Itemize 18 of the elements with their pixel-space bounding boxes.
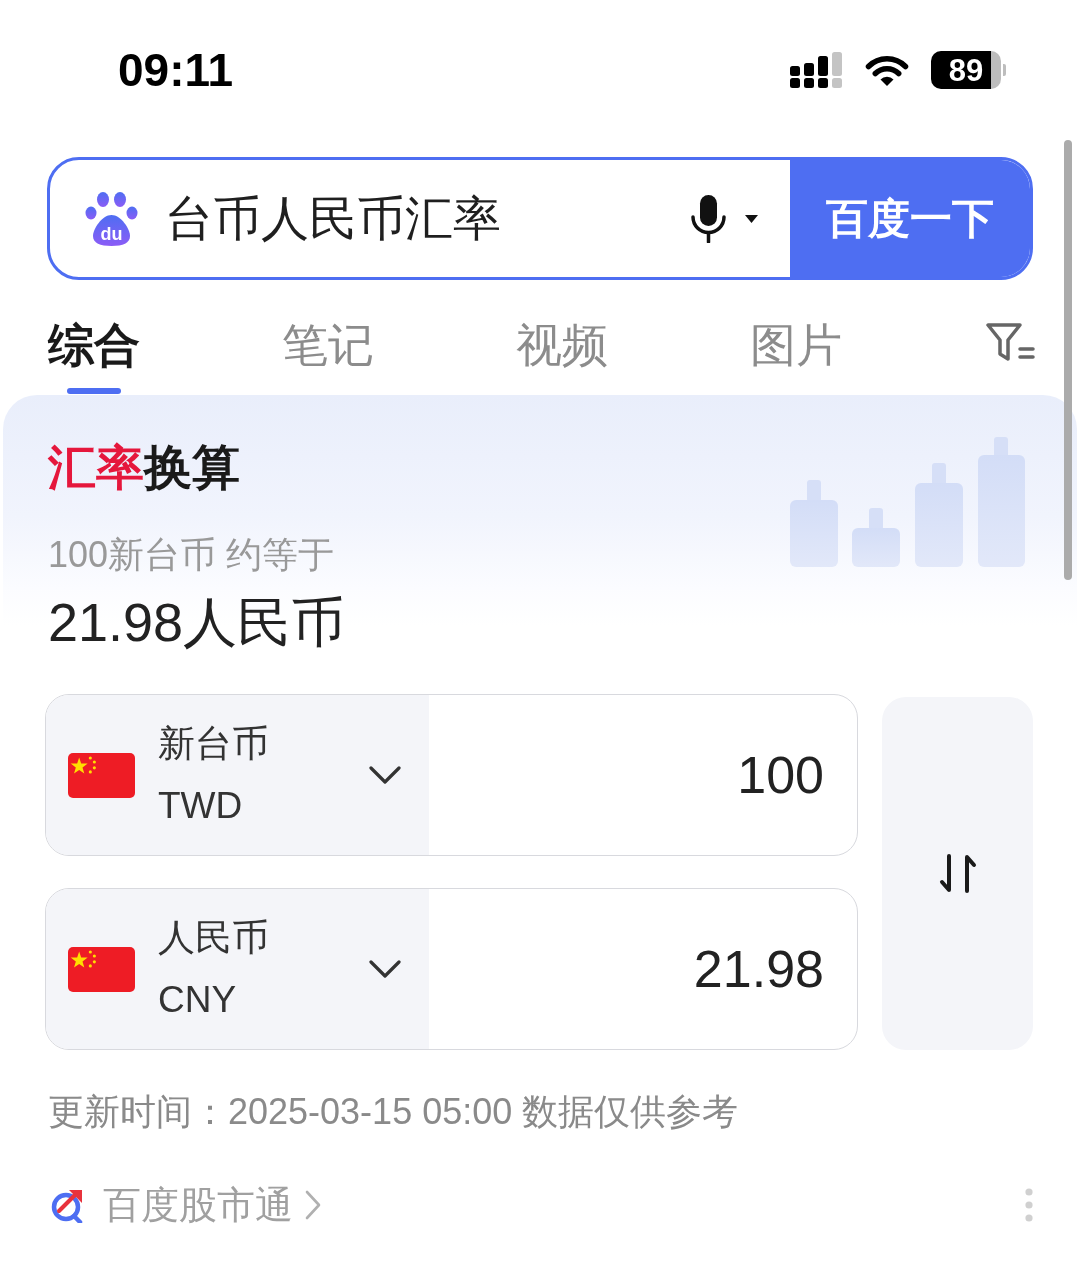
search-button[interactable]: 百度一下 [790, 160, 1030, 277]
tab[interactable]: 综合 [48, 300, 140, 394]
microphone-icon[interactable] [690, 194, 727, 243]
conversion-result: 21.98人民币 [48, 591, 346, 654]
filter-icon[interactable] [985, 322, 1035, 364]
conversion-summary: 100新台币 约等于 [48, 533, 335, 577]
signal-icon [790, 52, 843, 88]
caret-icon[interactable] [745, 214, 758, 223]
scroll-bar[interactable] [1064, 140, 1072, 580]
chevron-right-icon [305, 1190, 321, 1220]
battery-indicator: 89 [931, 51, 1006, 89]
decorative-bar [852, 508, 900, 567]
wifi-icon [865, 53, 909, 87]
paw-logo: du [85, 191, 138, 246]
status-time: 09:11 [118, 47, 234, 93]
card-title: 汇率换算 [48, 440, 240, 496]
update-note: 更新时间：2025-03-15 05:00 数据仅供参考 [48, 1090, 739, 1134]
search-field[interactable]: 台币人民币汇率 [165, 188, 680, 249]
